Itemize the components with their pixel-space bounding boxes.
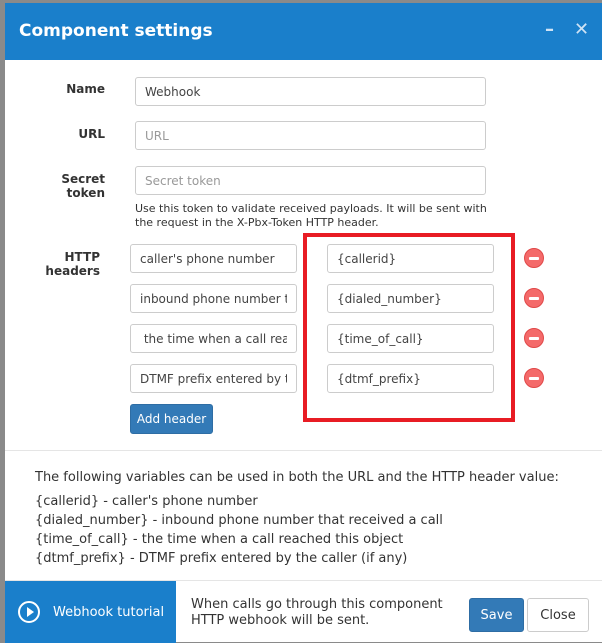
divider	[5, 450, 602, 451]
dialog-title: Component settings	[19, 21, 213, 41]
dialog-header: Component settings – ✕	[5, 3, 602, 60]
close-button[interactable]: Close	[527, 598, 589, 632]
footer-message-line2: HTTP webhook will be sent.	[191, 613, 370, 628]
variable-item: {time_of_call} - the time when a call re…	[35, 532, 404, 547]
header-name-input[interactable]	[130, 364, 297, 393]
secret-label-line1: Secret	[61, 172, 105, 186]
header-value-input[interactable]	[327, 364, 494, 393]
headers-label-line2: headers	[45, 264, 100, 278]
header-name-input[interactable]	[130, 244, 297, 273]
variable-item: {dtmf_prefix} - DTMF prefix entered by t…	[35, 551, 408, 566]
header-value-input[interactable]	[327, 324, 494, 353]
secret-token-input[interactable]	[135, 166, 486, 195]
headers-label-line1: HTTP	[64, 250, 100, 264]
secret-token-label: Secret token	[25, 172, 105, 200]
footer-message: When calls go through this component HTTP…	[191, 597, 443, 629]
http-headers-label: HTTP headers	[20, 250, 100, 278]
header-name-input[interactable]	[130, 324, 297, 353]
header-value-input[interactable]	[327, 284, 494, 313]
minimize-icon[interactable]: –	[545, 19, 554, 40]
add-header-button[interactable]: Add header	[130, 404, 213, 434]
remove-header-icon[interactable]	[524, 248, 544, 268]
webhook-tutorial-button[interactable]: Webhook tutorial	[5, 581, 176, 643]
secret-label-line2: token	[66, 186, 105, 200]
name-label: Name	[66, 82, 105, 96]
name-input[interactable]	[135, 77, 486, 106]
variables-info: The following variables can be used in b…	[35, 468, 559, 568]
footer-message-line1: When calls go through this component	[191, 597, 443, 612]
header-name-input[interactable]	[130, 284, 297, 313]
url-input[interactable]	[135, 121, 486, 150]
remove-header-icon[interactable]	[524, 368, 544, 388]
close-icon[interactable]: ✕	[574, 19, 589, 40]
secret-token-help: Use this token to validate received payl…	[135, 202, 487, 229]
dialog-footer: Webhook tutorial When calls go through t…	[5, 580, 602, 643]
variable-item: {callerid} - caller's phone number	[35, 494, 258, 509]
remove-header-icon[interactable]	[524, 328, 544, 348]
component-settings-dialog: Component settings – ✕ Name URL Secretto…	[5, 3, 602, 643]
url-label: URL	[78, 127, 105, 141]
play-icon	[18, 601, 40, 623]
header-value-input[interactable]	[327, 244, 494, 273]
variable-item: {dialed_number} - inbound phone number t…	[35, 513, 443, 528]
save-button[interactable]: Save	[469, 598, 524, 632]
tutorial-label: Webhook tutorial	[53, 605, 165, 620]
remove-header-icon[interactable]	[524, 288, 544, 308]
variables-intro: The following variables can be used in b…	[35, 470, 559, 485]
